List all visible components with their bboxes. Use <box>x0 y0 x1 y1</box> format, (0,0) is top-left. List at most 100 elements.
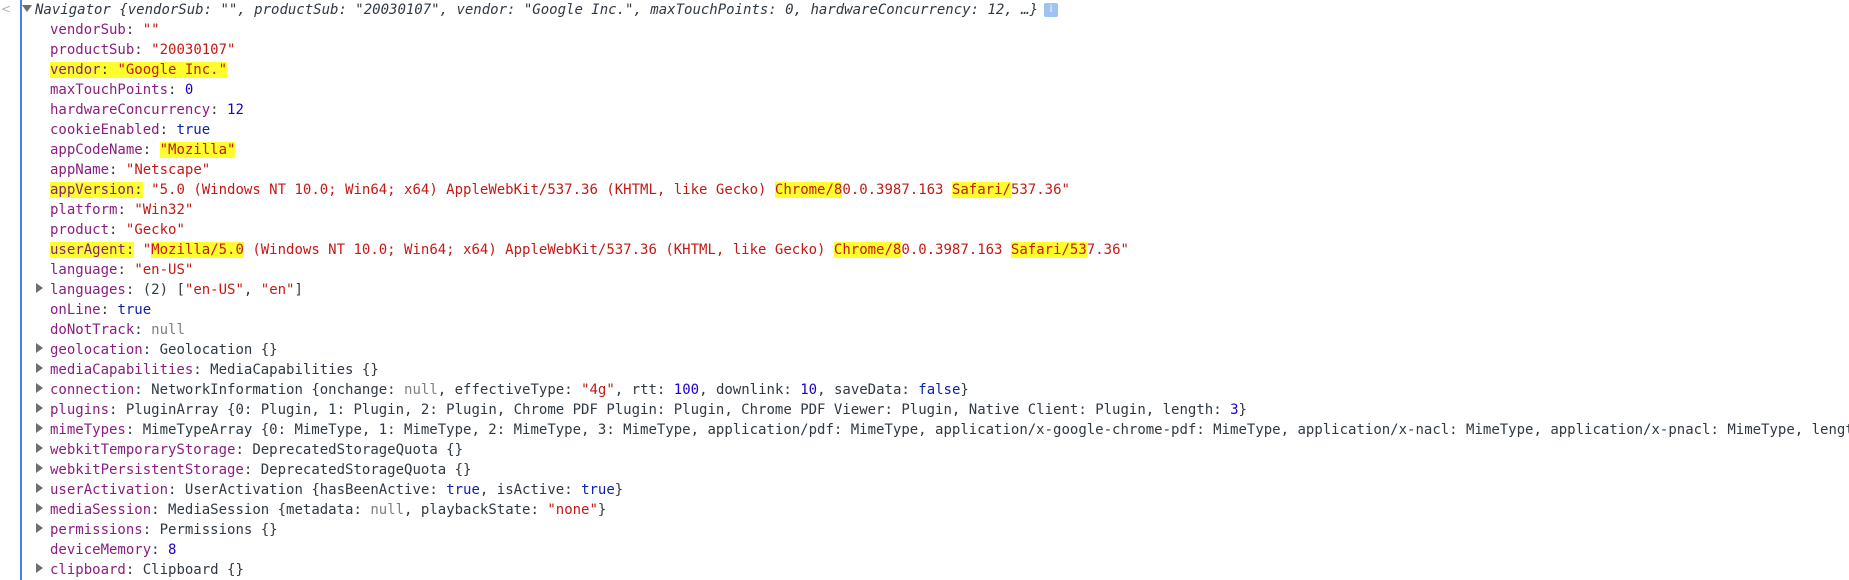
property-row[interactable]: languages: (2) ["en-US", "en"] <box>22 280 1849 300</box>
property-key-wrap: doNotTrack: <box>50 322 143 338</box>
property-row[interactable]: plugins: PluginArray {0: Plugin, 1: Plug… <box>22 400 1849 420</box>
property-key-wrap: vendor: "Google Inc." <box>50 62 228 78</box>
property-value: "Netscape" <box>125 162 211 178</box>
property-colon: : <box>168 82 177 98</box>
property-value-segment: Chrome/8 <box>774 182 843 198</box>
property-value-segment: null <box>370 502 405 518</box>
collapsed-triangle-icon[interactable] <box>36 363 43 373</box>
property-row[interactable]: clipboard: Clipboard {} <box>22 560 1849 580</box>
expand-toggle[interactable] <box>36 360 47 380</box>
collapsed-triangle-icon[interactable] <box>36 463 43 473</box>
property-value-segment: , <box>243 282 261 298</box>
property-row[interactable]: mimeTypes: MimeTypeArray {0: MimeType, 1… <box>22 420 1849 440</box>
property-key: vendor <box>50 62 101 78</box>
property-colon: : <box>134 182 143 198</box>
collapsed-triangle-icon[interactable] <box>36 343 43 353</box>
expand-toggle[interactable] <box>36 480 47 500</box>
property-value-segment: 10 <box>800 382 818 398</box>
property-value-segment: Safari/ <box>951 182 1011 198</box>
property-key-wrap: deviceMemory: <box>50 542 160 558</box>
property-colon: : <box>100 62 110 78</box>
property-value-segment: } <box>960 382 969 398</box>
property-value-segment: "en" <box>260 282 295 298</box>
property-row: productSub: "20030107" <box>22 40 1849 60</box>
property-list: vendorSub: "" productSub: "20030107" vendo… <box>22 20 1849 580</box>
property-row: language: "en-US" <box>22 260 1849 280</box>
property-row[interactable]: webkitTemporaryStorage: DeprecatedStorag… <box>22 440 1849 460</box>
collapsed-triangle-icon[interactable] <box>36 503 43 513</box>
info-icon[interactable]: i <box>1044 3 1059 17</box>
expand-toggle[interactable] <box>36 420 47 440</box>
property-row: hardwareConcurrency: 12 <box>22 100 1849 120</box>
property-colon: : <box>210 102 219 118</box>
collapsed-triangle-icon[interactable] <box>36 523 43 533</box>
property-value-segment: Clipboard {} <box>142 562 244 578</box>
collapsed-triangle-icon[interactable] <box>36 383 43 393</box>
property-colon: : <box>168 482 177 498</box>
property-row: appName: "Netscape" <box>22 160 1849 180</box>
property-colon: : <box>117 262 126 278</box>
collapsed-triangle-icon[interactable] <box>36 423 43 433</box>
property-value-segment: "5.0 (Windows NT 10.0; Win64; x64) Apple… <box>151 182 775 198</box>
property-key: appVersion <box>50 182 135 198</box>
property-row[interactable]: permissions: Permissions {} <box>22 520 1849 540</box>
expand-toggle[interactable] <box>36 340 47 360</box>
property-row: maxTouchPoints: 0 <box>22 80 1849 100</box>
property-key: vendorSub <box>50 22 126 38</box>
property-value-segment: } <box>614 482 624 498</box>
property-value-segment: , downlink: <box>699 382 801 398</box>
expand-toggle[interactable] <box>36 400 47 420</box>
property-value-segment: (2) [ <box>142 282 185 298</box>
property-key-wrap: userAgent: <box>50 242 135 258</box>
expand-toggle[interactable] <box>36 280 47 300</box>
property-colon: : <box>125 562 135 578</box>
property-colon: : <box>159 122 169 138</box>
object-class-name: Navigator <box>35 2 111 18</box>
property-value-segment: false <box>918 382 961 398</box>
property-value-segment: 100 <box>673 382 700 398</box>
expand-triangle-icon[interactable] <box>22 4 32 12</box>
property-value-segment: "4g" <box>581 382 615 398</box>
property-colon: : <box>125 22 135 38</box>
property-value: "" <box>142 22 160 38</box>
property-key: languages <box>50 282 126 298</box>
property-row[interactable]: mediaCapabilities: MediaCapabilities {} <box>22 360 1849 380</box>
property-row: userAgent: "Mozilla/5.0 (Windows NT 10.0… <box>22 240 1849 260</box>
property-key: onLine <box>50 302 101 318</box>
expand-toggle[interactable] <box>36 440 47 460</box>
expand-toggle[interactable] <box>36 380 47 400</box>
property-row[interactable]: webkitPersistentStorage: DeprecatedStora… <box>22 460 1849 480</box>
property-value-segment: , isActive: <box>479 482 582 498</box>
collapsed-triangle-icon[interactable] <box>36 443 43 453</box>
expand-toggle[interactable] <box>36 560 47 580</box>
property-key: mimeTypes <box>50 422 126 438</box>
expand-toggle[interactable] <box>36 520 47 540</box>
property-key: platform <box>50 202 118 218</box>
expand-toggle[interactable] <box>36 500 47 520</box>
property-value: true <box>176 122 211 138</box>
collapsed-triangle-icon[interactable] <box>36 283 43 293</box>
property-key-wrap: appCodeName: <box>50 142 151 158</box>
collapsed-triangle-icon[interactable] <box>36 563 43 573</box>
property-value-segment: NetworkInformation {onchange: <box>151 382 405 398</box>
property-key: appCodeName <box>50 142 143 158</box>
property-row[interactable]: userActivation: UserActivation {hasBeenA… <box>22 480 1849 500</box>
property-value-segment: PluginArray {0: Plugin, 1: Plugin, 2: Pl… <box>125 402 1231 418</box>
property-key-wrap: webkitTemporaryStorage: <box>50 442 244 458</box>
property-row[interactable]: connection: NetworkInformation {onchange… <box>22 380 1849 400</box>
property-value-segment: MediaSession {metadata: <box>168 502 371 518</box>
collapsed-triangle-icon[interactable] <box>36 483 43 493</box>
property-value-segment: "none" <box>547 502 598 518</box>
property-row[interactable]: geolocation: Geolocation {} <box>22 340 1849 360</box>
navigator-object-header[interactable]: Navigator {vendorSub: "", productSub: "2… <box>22 0 1849 20</box>
property-value-segment: , rtt: <box>614 382 674 398</box>
property-colon: : <box>243 462 253 478</box>
collapsed-triangle-icon[interactable] <box>36 403 43 413</box>
property-value-segment: null <box>404 382 438 398</box>
property-value-segment: 3 <box>1230 402 1239 418</box>
property-value-segment: Mozilla/5.0 <box>151 242 244 258</box>
expand-toggle[interactable] <box>36 460 47 480</box>
property-key: language <box>50 262 118 278</box>
property-colon: : <box>117 202 126 218</box>
property-row[interactable]: mediaSession: MediaSession {metadata: nu… <box>22 500 1849 520</box>
